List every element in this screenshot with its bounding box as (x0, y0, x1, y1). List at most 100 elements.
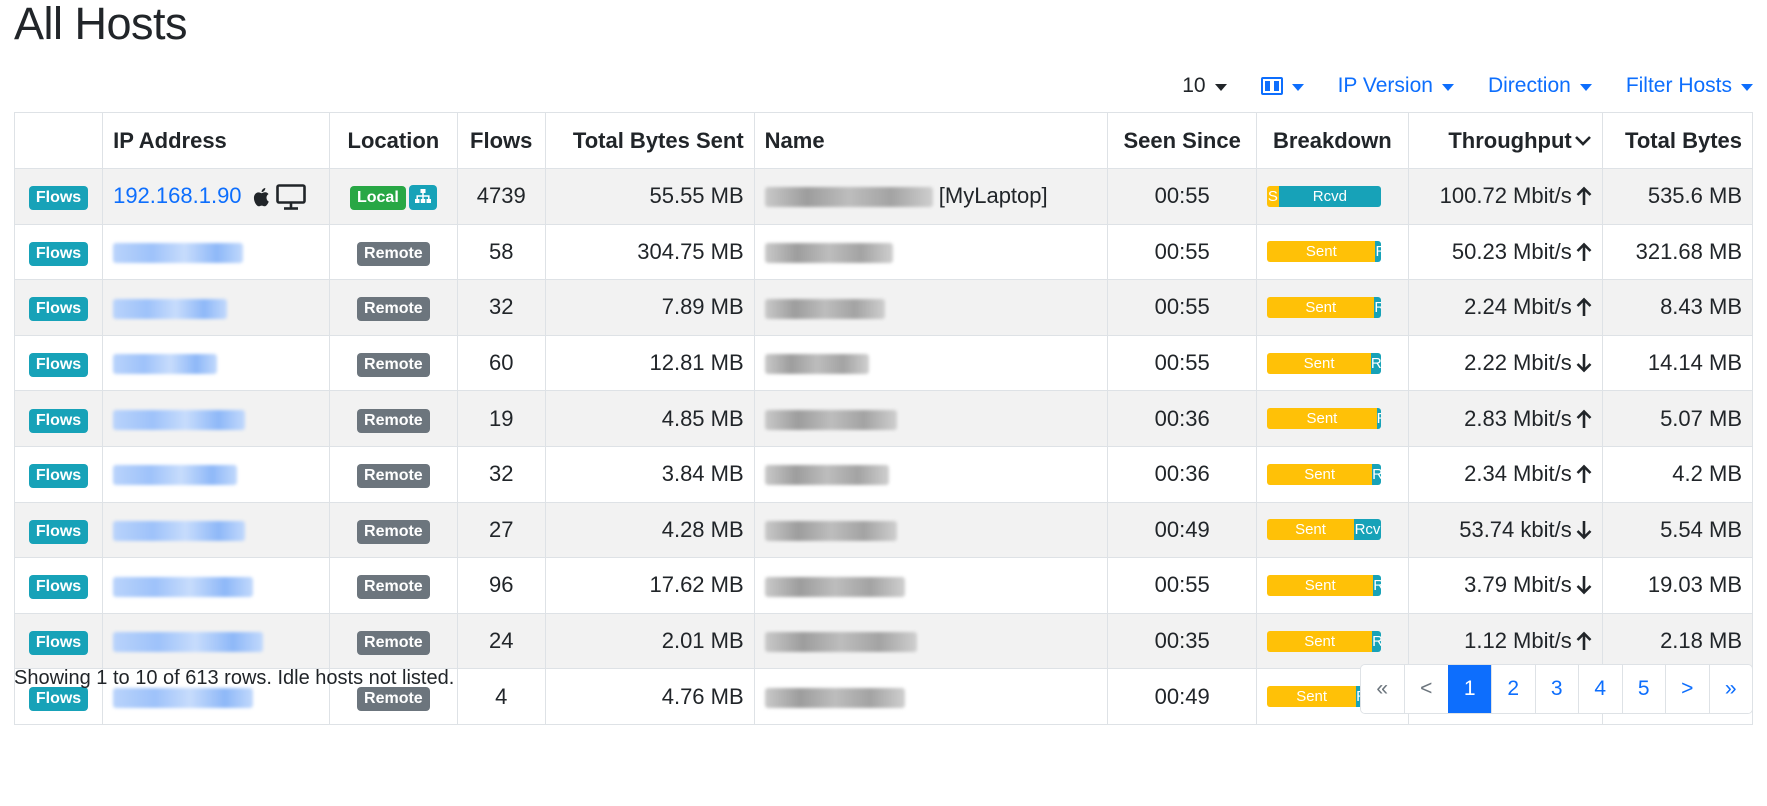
column-header-total-bytes-sent[interactable]: Total Bytes Sent (544, 112, 755, 169)
column-header-throughput[interactable]: Throughput (1407, 112, 1603, 169)
location-cell: Remote (329, 223, 458, 281)
direction-dropdown[interactable]: Direction (1488, 74, 1592, 98)
pagination-page-5[interactable]: 5 (1621, 665, 1665, 713)
total-bytes: 4.2 MB (1601, 445, 1754, 503)
network-badge[interactable] (408, 185, 437, 211)
ip-address-link[interactable] (113, 687, 254, 708)
table-row: Flows Remote 323.84 MB 00:36 SentR 2.34 Mbit/… (13, 445, 1754, 503)
throughput-value: 2.83 Mbit/s (1464, 405, 1572, 431)
pagination-last[interactable]: » (1708, 665, 1752, 713)
column-header-seen-since[interactable]: Seen Since (1107, 112, 1258, 169)
breakdown-cell: SentR (1256, 445, 1409, 503)
column-header-ip-address[interactable]: IP Address (102, 112, 331, 169)
page-size-dropdown[interactable]: 10 (1182, 74, 1227, 98)
host-name-blurred[interactable] (764, 632, 917, 653)
host-name-blurred[interactable] (764, 521, 897, 542)
pagination-prev[interactable]: < (1404, 665, 1448, 713)
throughput-value: 2.34 Mbit/s (1464, 461, 1572, 487)
ip-address-link[interactable] (113, 298, 228, 319)
breakdown-sent: Sent (1267, 352, 1371, 374)
pagination-page-3[interactable]: 3 (1534, 665, 1578, 713)
total-bytes: 5.07 MB (1601, 390, 1754, 447)
pagination-first[interactable]: « (1360, 665, 1404, 713)
location-cell: Remote (329, 334, 458, 392)
flows-cell: Flows (13, 168, 104, 225)
host-name-suffix: [MyLaptop] (938, 183, 1048, 209)
flows-button[interactable]: Flows (28, 186, 89, 211)
table-header-row: IP Address Location Flows Total Bytes Se… (13, 112, 1754, 169)
host-name-blurred[interactable] (764, 576, 905, 597)
flows-button[interactable]: Flows (28, 686, 89, 711)
traffic-breakdown-bar: SentRcv (1267, 519, 1382, 541)
location-badge: Remote (357, 631, 430, 656)
host-name-blurred[interactable] (764, 187, 933, 208)
host-name-blurred[interactable] (764, 243, 893, 264)
host-name-blurred[interactable] (764, 298, 885, 319)
ip-address-link[interactable] (113, 521, 246, 542)
ip-address-link[interactable] (113, 465, 238, 486)
flows-button[interactable]: Flows (28, 353, 89, 378)
ip-address-link[interactable] (113, 576, 254, 597)
filter-hosts-dropdown[interactable]: Filter Hosts (1626, 74, 1753, 98)
location-cell: Remote (329, 279, 458, 336)
ip-address-link[interactable] (113, 632, 264, 653)
table-row: Flows Remote 327.89 MB 00:55 SentR 2.24 Mbit/… (13, 279, 1754, 336)
column-header-location[interactable]: Location (329, 112, 458, 169)
flows-cell: Flows (13, 501, 104, 559)
breakdown-cell: SentR (1256, 612, 1409, 670)
host-name-blurred[interactable] (764, 409, 897, 430)
throughput-cell: 3.79 Mbit/s (1407, 557, 1603, 614)
flows-button[interactable]: Flows (28, 519, 89, 544)
column-header-total-bytes[interactable]: Total Bytes (1601, 112, 1754, 169)
pagination-page-4[interactable]: 4 (1578, 665, 1622, 713)
total-bytes: 19.03 MB (1601, 557, 1754, 614)
table-summary: Showing 1 to 10 of 613 rows. Idle hosts … (14, 667, 455, 689)
flows-count: 60 (456, 334, 546, 392)
flows-button[interactable]: Flows (28, 241, 89, 266)
throughput-cell: 50.23 Mbit/s (1407, 223, 1603, 281)
total-bytes-sent: 55.55 MB (544, 168, 755, 225)
breakdown-sent: Sent (1267, 408, 1377, 430)
total-bytes-sent: 7.89 MB (544, 279, 755, 336)
ip-address-link[interactable] (113, 354, 218, 375)
flows-button[interactable]: Flows (28, 631, 89, 656)
ip-address-link[interactable] (113, 409, 246, 430)
ip-address-cell (102, 279, 331, 336)
throughput-value: 53.74 kbit/s (1459, 516, 1572, 542)
flows-cell: Flows (13, 390, 104, 447)
table-row: Flows Remote 27 4.28 MB 00:49 Sent Rcv 53.74 kb… (13, 501, 1754, 559)
location-cell: Remote (329, 445, 458, 503)
traffic-breakdown-bar: SentR (1267, 630, 1382, 652)
columns-dropdown[interactable] (1260, 77, 1304, 95)
host-name-blurred[interactable] (764, 687, 905, 708)
arrow-up-icon (1576, 631, 1592, 651)
ip-address-link[interactable]: 192.168.1.90 (113, 183, 241, 208)
column-header-flows[interactable]: Flows (456, 112, 546, 169)
name-cell (753, 501, 1109, 559)
total-bytes-sent: 4.85 MB (544, 390, 755, 447)
total-bytes: 2.18 MB (1601, 612, 1754, 670)
host-name-blurred[interactable] (764, 354, 869, 375)
pagination-page-1[interactable]: 1 (1447, 665, 1491, 713)
flows-button[interactable]: Flows (28, 575, 89, 600)
name-cell (753, 557, 1109, 614)
flows-button[interactable]: Flows (28, 464, 89, 489)
location-badge: Remote (357, 519, 430, 544)
location-badge: Local (349, 186, 406, 211)
column-header-name[interactable]: Name (753, 112, 1109, 169)
pagination-page-2[interactable]: 2 (1491, 665, 1535, 713)
breakdown-sent: Sent (1267, 686, 1357, 708)
throughput-cell: 100.72 Mbit/s (1407, 168, 1603, 225)
host-name-blurred[interactable] (764, 465, 889, 486)
flows-button[interactable]: Flows (28, 408, 89, 433)
ip-version-dropdown[interactable]: IP Version (1338, 74, 1454, 98)
ip-address-link[interactable] (113, 243, 244, 264)
breakdown-rcvd: R (1370, 352, 1382, 374)
flows-button[interactable]: Flows (28, 297, 89, 322)
breakdown-cell: SentR (1256, 223, 1409, 281)
name-cell (753, 445, 1109, 503)
breakdown-cell: SentR (1256, 279, 1409, 336)
location-cell: Remote (329, 390, 458, 447)
arrow-down-icon (1576, 354, 1592, 373)
pagination-next[interactable]: > (1665, 665, 1709, 713)
